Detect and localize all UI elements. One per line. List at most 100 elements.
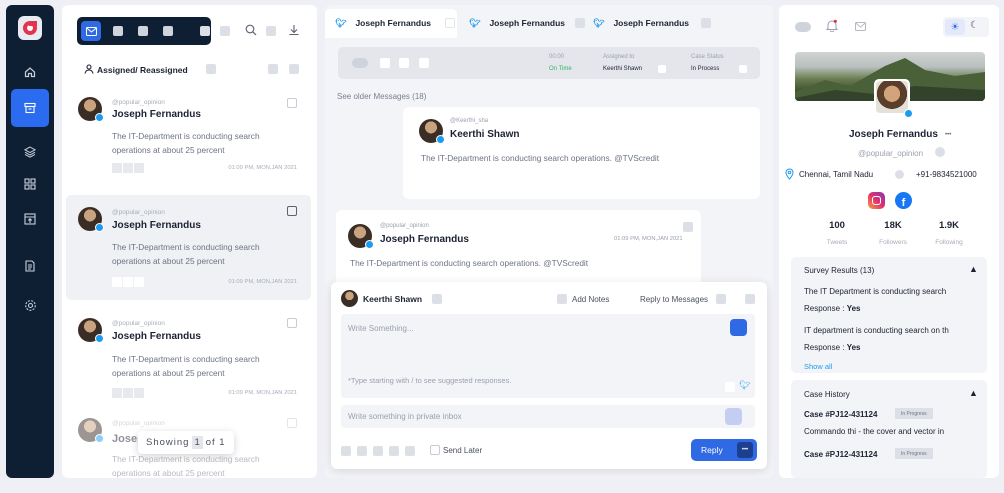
toolbar-tab-3[interactable] — [138, 26, 148, 36]
toolbar-tab-2[interactable] — [113, 26, 123, 36]
sidebar — [6, 5, 54, 478]
bell-icon[interactable] — [826, 19, 838, 32]
light-mode-button[interactable]: ☀︎ — [945, 19, 965, 35]
instagram-icon[interactable] — [868, 192, 885, 209]
layers-icon[interactable] — [20, 142, 40, 162]
message-incoming: @popular_opinion Joseph Fernandus 01:09 … — [336, 210, 701, 290]
list-item[interactable]: @popular_opinion Joseph Fernandus The IT… — [66, 90, 311, 195]
stat-label: Following — [935, 239, 963, 246]
footer-tool-5[interactable] — [405, 446, 415, 456]
settings-icon[interactable] — [20, 295, 40, 315]
survey-title[interactable]: Survey Results (13) — [804, 266, 874, 275]
footer-tool-4[interactable] — [389, 446, 399, 456]
profile-panel: ☀︎ ☾ Joseph Fernandus ••• @popular_opini… — [779, 5, 999, 478]
add-notes-label[interactable]: Add Notes — [572, 295, 609, 304]
footer-tool-2[interactable] — [357, 446, 367, 456]
tab-conversation-2[interactable]: 🐦︎ Joseph Fernandus — [469, 11, 586, 35]
tab-conversation-3[interactable]: 🐦︎ Joseph Fernandus — [593, 11, 712, 35]
footer-tool-1[interactable] — [341, 446, 351, 456]
section-filter[interactable] — [206, 64, 216, 74]
toolbar-tab-4[interactable] — [163, 26, 173, 36]
tab-conversation-1[interactable]: 🐦︎ Joseph Fernandus — [335, 11, 456, 35]
tab-close[interactable] — [575, 18, 586, 28]
add-notes-checkbox[interactable] — [557, 294, 567, 304]
chevron-up-icon[interactable]: ▲ — [969, 388, 978, 398]
moon-icon[interactable]: ☾ — [970, 20, 979, 31]
list-item-selected[interactable]: @popular_opinion Joseph Fernandus The IT… — [66, 195, 311, 300]
case-id[interactable]: Case #PJ12-431124 — [804, 450, 877, 459]
tab-close[interactable] — [445, 18, 456, 28]
phone-dot — [895, 170, 904, 179]
tab-close[interactable] — [701, 18, 712, 28]
avatar — [78, 318, 104, 343]
message-textarea[interactable]: Write Something... *Type starting with /… — [341, 314, 755, 398]
status-action-2[interactable] — [399, 58, 409, 68]
facebook-icon[interactable]: f — [895, 192, 912, 209]
composer-action[interactable] — [745, 294, 755, 304]
item-checkbox[interactable] — [287, 98, 297, 108]
survey-response: Response : Yes — [804, 304, 861, 313]
chevron-up-icon[interactable]: ▲ — [969, 264, 978, 274]
document-icon[interactable] — [20, 256, 40, 276]
user-icon — [84, 64, 94, 74]
case-status-value[interactable]: In Process — [691, 66, 719, 72]
download-icon[interactable] — [288, 24, 300, 36]
response-label: Response : — [804, 304, 845, 313]
assigned-value[interactable]: Keerthi Shawn — [603, 66, 642, 72]
mail-icon — [85, 26, 97, 36]
item-name: Joseph Fernandus — [112, 109, 201, 120]
reply-button[interactable]: Reply ••• — [691, 439, 757, 461]
profile-phone[interactable]: +91-9834521000 — [916, 170, 977, 179]
status-action-1[interactable] — [380, 58, 390, 68]
item-checkbox[interactable] — [287, 206, 297, 216]
reply-to-messages-label[interactable]: Reply to Messages — [640, 295, 708, 304]
inbox-upload-icon[interactable] — [20, 209, 40, 229]
private-send-button[interactable] — [725, 408, 742, 425]
nav-archive-active[interactable] — [11, 89, 49, 127]
status-toggle[interactable] — [352, 58, 368, 68]
reply-options-button[interactable]: ••• — [737, 442, 753, 458]
section-action-2[interactable] — [289, 64, 299, 74]
emoji-button[interactable] — [725, 382, 735, 392]
item-checkbox[interactable] — [287, 318, 297, 328]
case-id[interactable]: Case #PJ12-431124 — [804, 410, 877, 419]
message-text: The IT-Department is conducting search o… — [421, 153, 660, 163]
ai-suggest-button[interactable] — [730, 319, 747, 336]
item-tags — [112, 277, 144, 287]
section-action-1[interactable] — [268, 64, 278, 74]
footer-tool-3[interactable] — [373, 446, 383, 456]
item-checkbox[interactable] — [287, 418, 297, 428]
availability-toggle[interactable] — [795, 22, 811, 32]
send-later-label[interactable]: Send Later — [443, 446, 482, 455]
handle-action[interactable] — [935, 147, 945, 157]
private-inbox-input[interactable]: Write something in private inbox — [341, 405, 755, 428]
assigned-action[interactable] — [658, 65, 666, 73]
reply-to-dropdown[interactable] — [716, 294, 726, 304]
section-title: Assigned/ Reassigned — [97, 65, 188, 75]
app-logo[interactable] — [18, 16, 42, 40]
suggestion-hint: *Type starting with / to see suggested r… — [348, 376, 512, 385]
twitter-channel-icon[interactable]: 🐦︎ — [739, 380, 750, 391]
agent-action[interactable] — [432, 294, 442, 304]
search-icon[interactable] — [245, 24, 257, 36]
status-action-3[interactable] — [419, 58, 429, 68]
send-later-checkbox[interactable] — [430, 445, 440, 455]
toolbar-action-3[interactable] — [266, 26, 276, 36]
toolbar-action-2[interactable] — [220, 26, 230, 36]
case-status-action[interactable] — [739, 65, 747, 73]
mail-icon[interactable] — [855, 22, 866, 31]
message-handle: @Keerthi_sha — [450, 118, 489, 124]
reply-label: Reply — [701, 445, 723, 455]
toolbar-action-1[interactable] — [200, 26, 210, 36]
list-item[interactable]: @popular_opinion Joseph Fernandus The IT… — [66, 310, 311, 415]
profile-more-button[interactable]: ••• — [945, 132, 951, 138]
show-all-link[interactable]: Show all — [804, 362, 832, 371]
profile-avatar — [874, 79, 913, 118]
home-icon[interactable] — [20, 62, 40, 82]
item-tags — [112, 388, 144, 398]
mail-tab-button[interactable] — [81, 21, 101, 41]
grid-icon[interactable] — [20, 174, 40, 194]
see-older-link[interactable]: See older Messages (18) — [337, 92, 426, 101]
message-action[interactable] — [683, 222, 693, 232]
case-history-title[interactable]: Case History — [804, 390, 850, 399]
